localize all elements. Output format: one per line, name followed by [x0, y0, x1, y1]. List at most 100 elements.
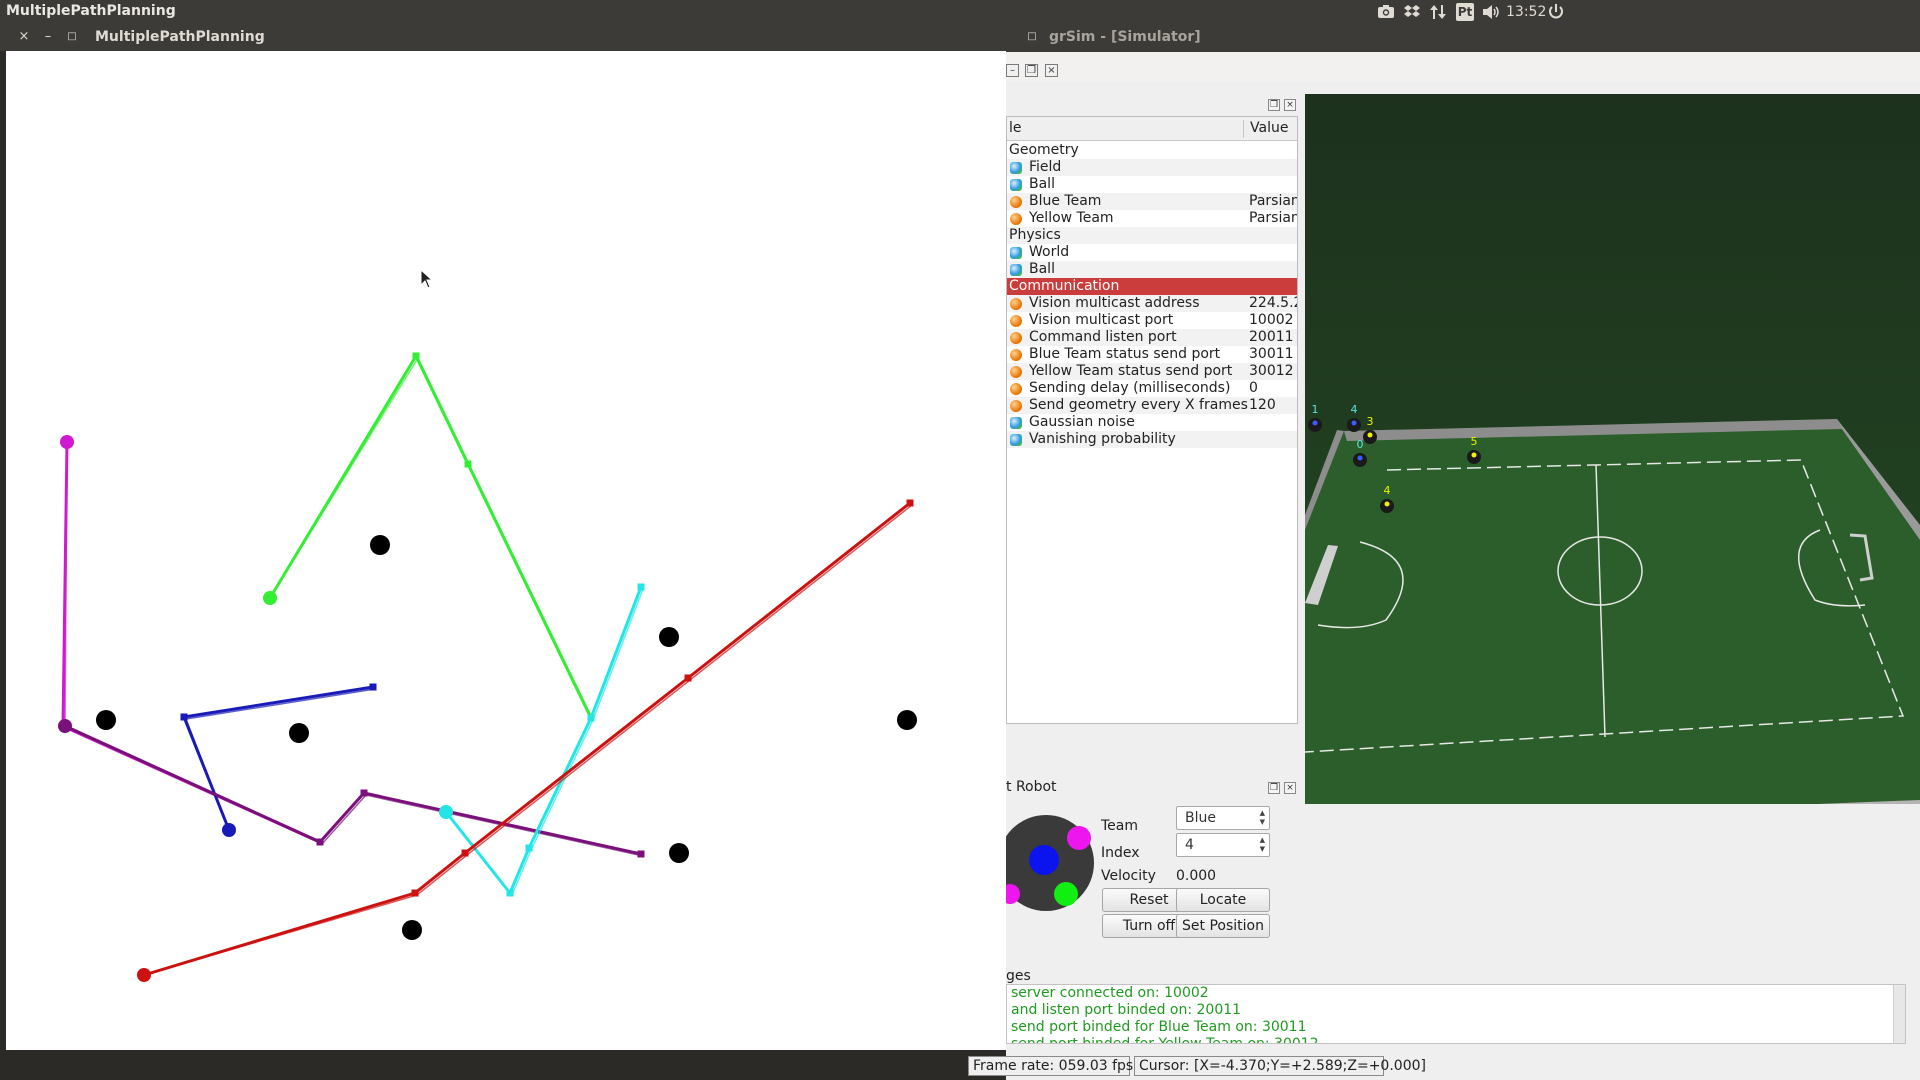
config-row-value[interactable]: 120 — [1243, 397, 1276, 414]
config-row[interactable]: Sending delay (milliseconds) 0 — [1007, 380, 1297, 397]
config-row[interactable]: Blue Team Parsian — [1007, 193, 1297, 210]
mdi-minimize-icon[interactable]: – — [1006, 64, 1019, 77]
spin-arrows-icon[interactable]: ▲ ▼ — [1260, 809, 1265, 827]
config-row[interactable]: World — [1007, 244, 1297, 261]
team-select[interactable]: Blue ▲ ▼ — [1176, 806, 1270, 830]
window-maximize-icon[interactable]: □ — [64, 29, 80, 45]
set-position-button[interactable]: Set Position — [1176, 914, 1270, 938]
config-row-name: Ball — [1029, 176, 1055, 192]
window-minimize-icon[interactable]: – — [40, 29, 56, 45]
waypoint-marker — [360, 789, 368, 797]
robot-id-label: 3 — [1367, 415, 1374, 428]
robot-start-red — [137, 968, 151, 982]
mdi-restore-icon[interactable]: ❐ — [1025, 64, 1038, 77]
screenshot-icon[interactable] — [1377, 3, 1397, 21]
tree-header-value[interactable]: Value — [1243, 120, 1288, 138]
setting-value-icon — [1010, 349, 1022, 361]
config-row[interactable]: Vision multicast port 10002 — [1007, 312, 1297, 329]
config-row-value[interactable]: 30011 — [1243, 346, 1294, 363]
config-row-value[interactable]: 30012 — [1243, 363, 1294, 380]
path-planning-canvas[interactable] — [6, 51, 1006, 1050]
obstacle — [370, 535, 390, 555]
config-row-value[interactable]: Parsian — [1243, 210, 1297, 227]
frame-rate-readout: Frame rate: 059.03 fps — [968, 1056, 1133, 1076]
waypoint-marker — [411, 889, 419, 897]
robot-start-magenta — [60, 435, 74, 449]
setting-value-icon — [1010, 332, 1022, 344]
path-planning-titlebar[interactable]: × – □ MultiplePathPlanning — [0, 24, 1006, 51]
robot-team-marker — [1357, 455, 1363, 461]
config-row-value[interactable]: 0 — [1243, 380, 1258, 397]
soccer-field-3d: 014320515342 — [1305, 94, 1920, 804]
robot-id-label: 4 — [1384, 484, 1391, 497]
index-spinbox[interactable]: 4 ▲ ▼ — [1176, 833, 1270, 857]
config-row-name: Command listen port — [1029, 329, 1177, 345]
config-row[interactable]: Blue Team status send port 30011 — [1007, 346, 1297, 363]
setting-group-icon — [1010, 247, 1022, 259]
clock[interactable]: 13:52 — [1506, 3, 1546, 21]
setting-value-icon — [1010, 366, 1022, 378]
config-row-name: Sending delay (milliseconds) — [1029, 380, 1231, 396]
config-row[interactable]: Gaussian noise — [1007, 414, 1297, 431]
waypoint-marker — [506, 889, 514, 897]
config-row-name: Geometry — [1009, 142, 1079, 158]
config-row-name: Yellow Team — [1029, 210, 1114, 226]
config-row[interactable]: Physics — [1007, 227, 1297, 244]
top-panel: MultiplePathPlanning Pt 13:52 — [0, 0, 1920, 24]
waypoint-marker — [684, 674, 692, 682]
config-row[interactable]: Geometry — [1007, 142, 1297, 159]
config-row-value[interactable]: 20011 — [1243, 329, 1294, 346]
config-tree[interactable]: le Value Geometry Field Ball Blue Team Parsi… — [1006, 116, 1298, 724]
status-bar: Frame rate: 059.03 fps Cursor: [X=-4.370… — [968, 1052, 1920, 1080]
dock-close-icon[interactable]: × — [1284, 99, 1296, 111]
config-row[interactable]: Field — [1007, 159, 1297, 176]
dock-close-icon[interactable]: × — [1284, 782, 1296, 794]
path-purple — [64, 724, 642, 856]
mouse-cursor-icon — [420, 269, 434, 289]
dropbox-icon[interactable] — [1403, 3, 1423, 21]
robot-team-marker — [1312, 420, 1318, 426]
config-row[interactable]: Ball — [1007, 261, 1297, 278]
waypoint-marker — [180, 713, 188, 721]
path-green — [268, 354, 593, 719]
active-app-title: MultiplePathPlanning — [6, 3, 176, 19]
messages-vertical-scrollbar[interactable] — [1893, 985, 1905, 1043]
waypoint-marker — [369, 683, 377, 691]
mdi-close-icon[interactable]: × — [1045, 64, 1058, 77]
window-maximize-icon[interactable]: □ — [1024, 29, 1040, 45]
network-transfer-icon[interactable] — [1429, 3, 1449, 21]
robot-id-label: 4 — [1351, 403, 1358, 416]
messages-log[interactable]: server connected on: 10002 and listen po… — [1006, 984, 1906, 1044]
log-line: send port binded for Yellow Team on: 300… — [1011, 1036, 1319, 1044]
config-row[interactable]: Communication — [1007, 278, 1297, 295]
spin-arrows-icon[interactable]: ▲ ▼ — [1260, 836, 1265, 854]
waypoint-marker — [464, 460, 472, 468]
config-row-value[interactable]: Parsian — [1243, 193, 1297, 210]
locate-button[interactable]: Locate — [1176, 888, 1270, 912]
field-surface — [1305, 419, 1920, 804]
grsim-titlebar[interactable]: □ grSim - [Simulator] — [1006, 24, 1920, 52]
config-row[interactable]: Send geometry every X frames 120 — [1007, 397, 1297, 414]
config-row-value[interactable]: 224.5.23 — [1243, 295, 1297, 312]
config-row[interactable]: Vanishing probability — [1007, 431, 1297, 448]
cursor-readout: Cursor: [X=-4.370;Y=+2.589;Z=+0.000] — [1134, 1056, 1426, 1076]
dock-float-icon[interactable]: ❐ — [1268, 99, 1280, 111]
waypoint-marker — [906, 499, 914, 507]
volume-icon[interactable] — [1481, 3, 1503, 21]
path-planning-window: × – □ MultiplePathPlanning — [0, 24, 1006, 1050]
setting-value-icon — [1010, 400, 1022, 412]
window-close-icon[interactable]: × — [16, 29, 32, 45]
simulator-field-view[interactable]: 014320515342 — [1305, 94, 1920, 804]
config-row[interactable]: Yellow Team Parsian — [1007, 210, 1297, 227]
config-row[interactable]: Command listen port 20011 — [1007, 329, 1297, 346]
waypoint-marker — [525, 844, 533, 852]
config-row-value[interactable]: 10002 — [1243, 312, 1294, 329]
config-row[interactable]: Vision multicast address 224.5.23 — [1007, 295, 1297, 312]
config-row[interactable]: Yellow Team status send port 30012 — [1007, 363, 1297, 380]
tree-header-name[interactable]: le — [1009, 120, 1022, 136]
config-row-name: Ball — [1029, 261, 1055, 277]
keyboard-layout-indicator[interactable]: Pt — [1456, 3, 1474, 21]
dock-float-icon[interactable]: ❐ — [1268, 782, 1280, 794]
config-row[interactable]: Ball — [1007, 176, 1297, 193]
power-icon[interactable] — [1547, 3, 1565, 21]
